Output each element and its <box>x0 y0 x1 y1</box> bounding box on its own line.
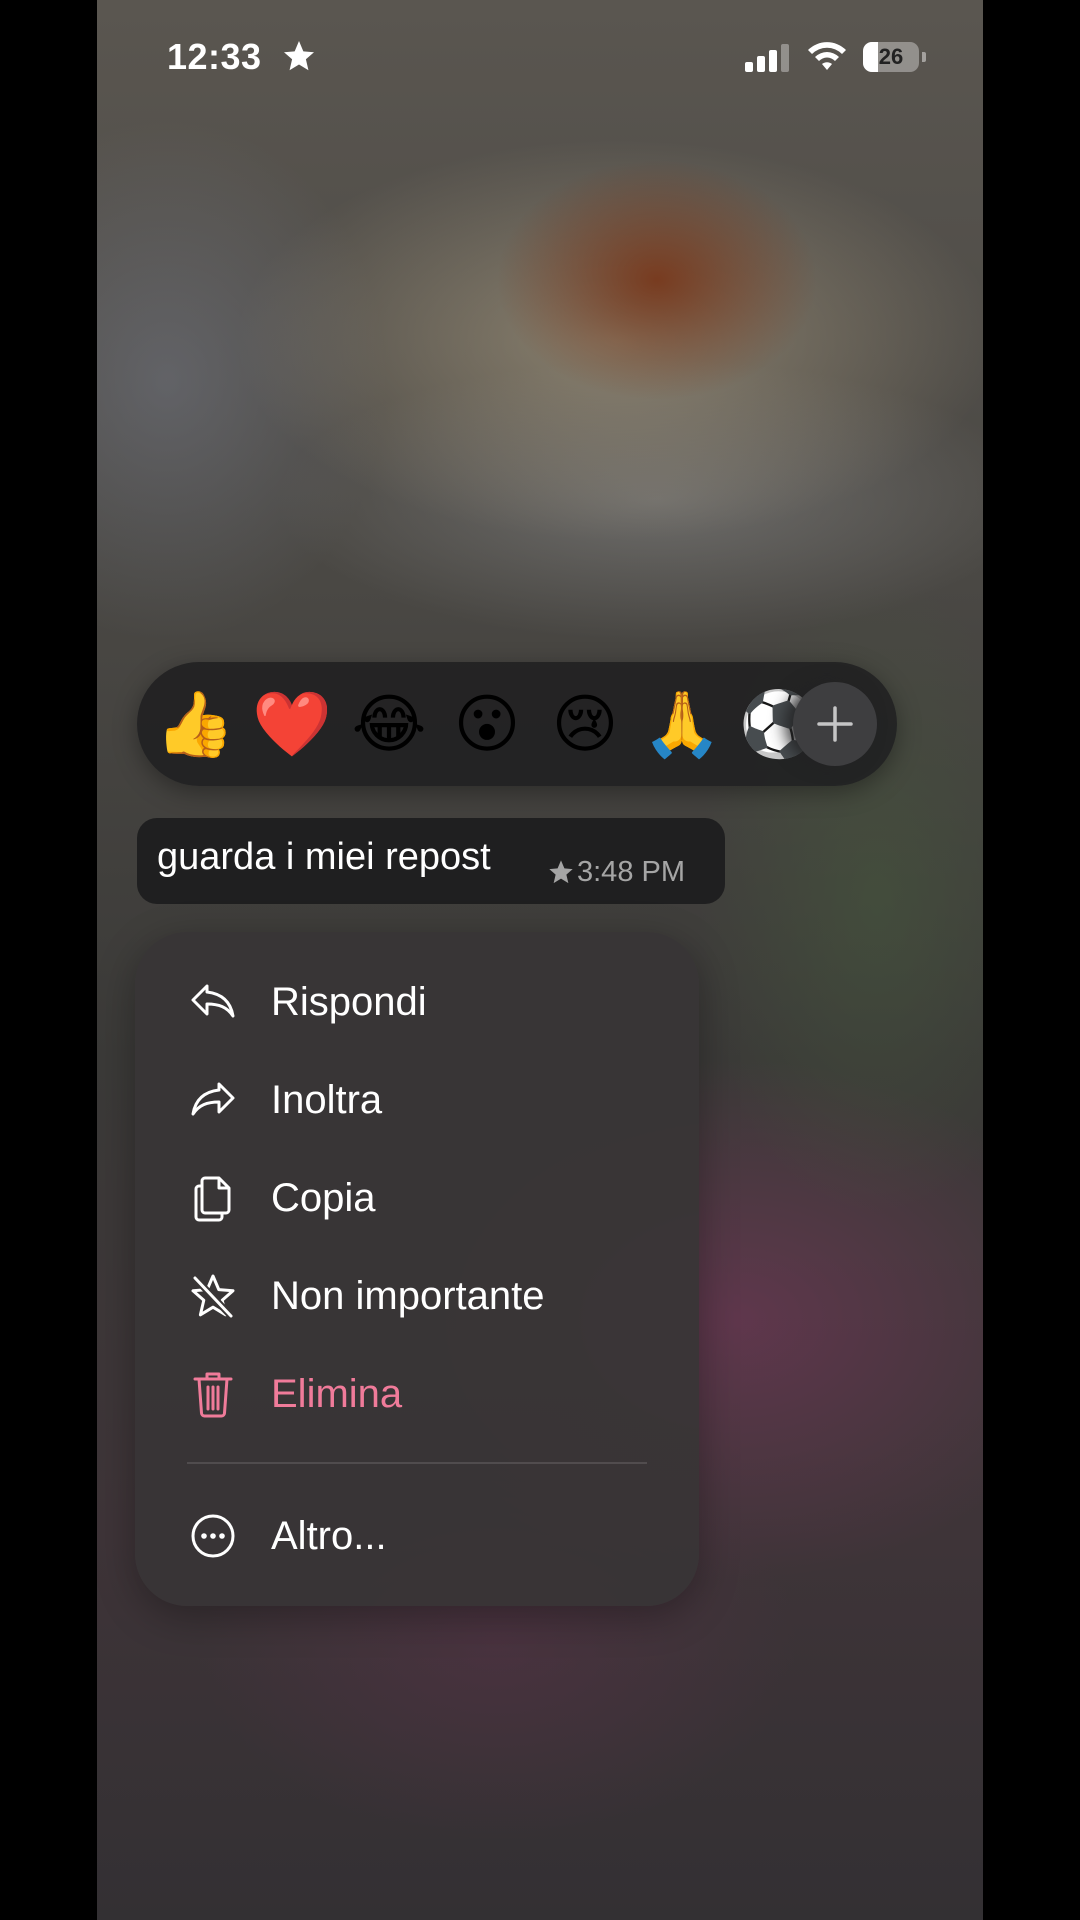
context-menu: Rispondi Inoltra Copia Non importante El… <box>135 932 699 1606</box>
plus-icon <box>817 706 853 742</box>
menu-item-label: Copia <box>271 1176 376 1220</box>
reaction-thumbs-up[interactable]: 👍 <box>155 684 235 764</box>
reaction-laughing[interactable]: 😂 <box>349 684 429 764</box>
more-icon <box>189 1512 237 1560</box>
menu-item-label: Elimina <box>271 1372 403 1416</box>
menu-item-label: Inoltra <box>271 1078 383 1122</box>
unstar-icon <box>189 1272 237 1320</box>
reaction-bar: 👍 ❤️ 😂 😮 😢 🙏 ⚽ <box>137 662 897 786</box>
menu-item-label: Rispondi <box>271 980 427 1024</box>
menu-divider <box>187 1462 647 1464</box>
battery-indicator: 26 <box>863 42 919 72</box>
copy-icon <box>189 1174 237 1222</box>
reply-icon <box>189 978 237 1026</box>
message-time: 3:48 PM <box>577 856 685 888</box>
menu-item-more[interactable]: Altro... <box>135 1490 699 1582</box>
reaction-praying[interactable]: 🙏 <box>642 684 722 764</box>
status-time: 12:33 <box>167 36 262 77</box>
wifi-icon <box>808 42 846 70</box>
menu-item-reply[interactable]: Rispondi <box>135 956 699 1048</box>
forward-icon <box>189 1076 237 1124</box>
menu-item-delete[interactable]: Elimina <box>135 1348 699 1440</box>
cellular-signal-icon <box>745 44 789 72</box>
battery-tip <box>922 52 926 62</box>
message-text: guarda i miei repost <box>157 836 491 878</box>
menu-item-label: Altro... <box>271 1514 387 1558</box>
reaction-heart[interactable]: ❤️ <box>252 684 332 764</box>
menu-item-label: Non importante <box>271 1274 545 1318</box>
reaction-crying[interactable]: 😢 <box>545 684 625 764</box>
starred-icon <box>549 860 573 884</box>
menu-item-copy[interactable]: Copia <box>135 1152 699 1244</box>
star-icon <box>284 41 314 71</box>
menu-item-forward[interactable]: Inoltra <box>135 1054 699 1146</box>
more-reactions-button[interactable] <box>793 682 877 766</box>
message-bubble[interactable]: guarda i miei repost 3:48 PM <box>137 818 725 904</box>
reaction-surprised[interactable]: 😮 <box>447 684 527 764</box>
chat-screen: 12:33 26 👍 ❤️ 😂 😮 😢 🙏 ⚽ guarda i miei re… <box>97 0 983 1920</box>
menu-item-unstar[interactable]: Non importante <box>135 1250 699 1342</box>
battery-level: 26 <box>878 44 904 69</box>
trash-icon <box>189 1370 237 1418</box>
